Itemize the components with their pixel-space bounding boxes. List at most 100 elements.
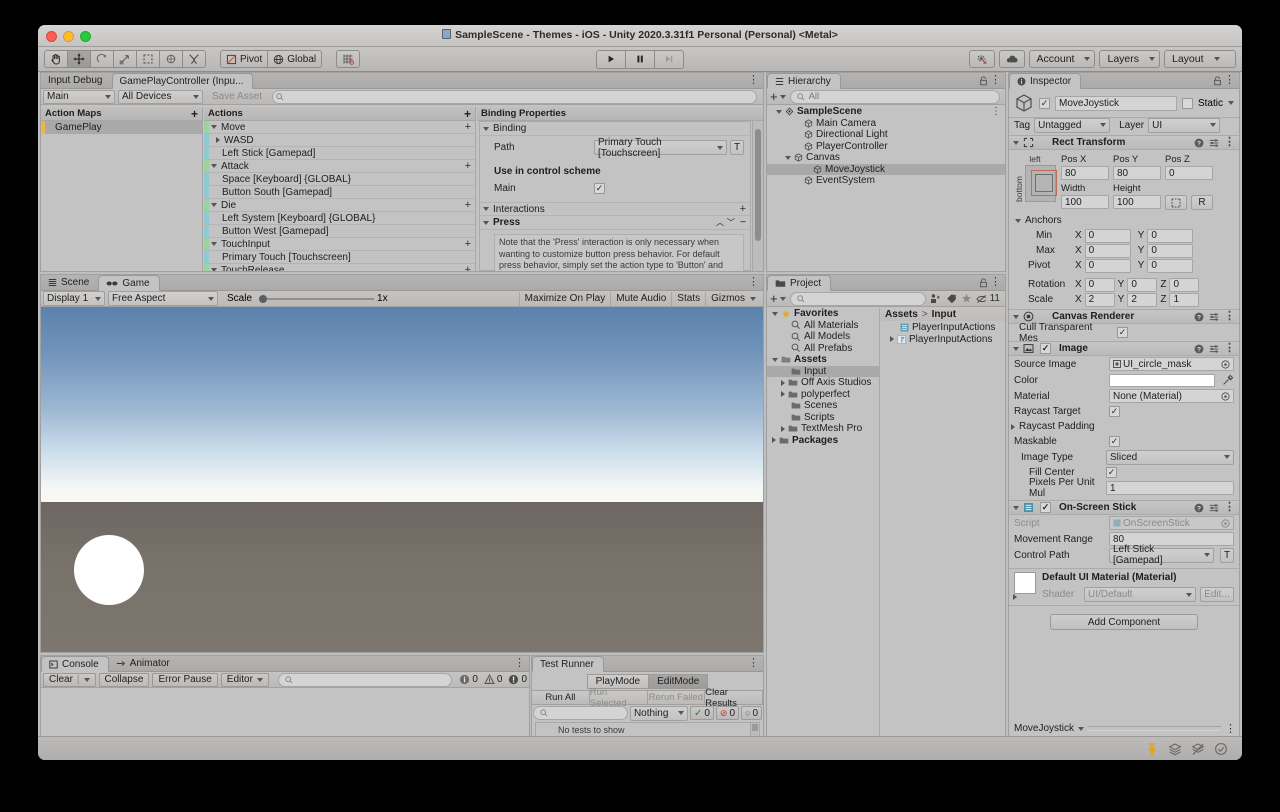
image-component-header[interactable]: ✓ Image ? ⋮ xyxy=(1009,341,1239,356)
max-x-field[interactable]: 0 xyxy=(1084,243,1131,258)
action-map-item[interactable]: GamePlay xyxy=(41,121,202,134)
layer-dropdown[interactable]: UI xyxy=(1148,117,1221,133)
log-counter[interactable]: 0 xyxy=(459,674,478,685)
object-name-field[interactable]: MoveJoystick xyxy=(1055,95,1177,111)
binding-row[interactable]: Primary Touch [Touchscreen] xyxy=(204,251,475,264)
object-picker-icon[interactable] xyxy=(1221,359,1230,369)
help-icon[interactable]: ? xyxy=(1194,344,1204,354)
player-icon[interactable] xyxy=(1145,742,1159,756)
check-circle-icon[interactable] xyxy=(1214,742,1228,756)
aspect-dropdown[interactable]: Free Aspect xyxy=(108,291,218,306)
add-binding-button[interactable]: + xyxy=(465,200,471,211)
scheme-main-checkbox[interactable]: ✓ xyxy=(594,183,605,194)
chevron-right-icon[interactable] xyxy=(1013,594,1017,600)
shader-dropdown[interactable]: UI/Default xyxy=(1084,587,1196,602)
binding-row[interactable]: Button South [Gamepad] xyxy=(204,186,475,199)
hierarchy-item[interactable]: Directional Light xyxy=(767,129,1005,141)
pos-z-field[interactable]: 0 xyxy=(1165,166,1213,180)
control-scheme-dropdown[interactable]: Main xyxy=(43,89,115,104)
panel-menu-icon[interactable]: ⋮ xyxy=(990,75,1001,86)
layers-dropdown[interactable]: Layers xyxy=(1099,50,1160,68)
chevron-right-icon[interactable] xyxy=(781,425,785,432)
project-tree-item[interactable]: TextMesh Pro xyxy=(767,423,879,435)
gizmos-button[interactable]: Gizmos xyxy=(705,291,761,306)
favorite-star-icon[interactable] xyxy=(961,293,972,304)
project-file-item[interactable]: PlayerInputActions xyxy=(881,321,1005,333)
min-y-field[interactable]: 0 xyxy=(1147,228,1194,243)
stats-button[interactable]: Stats xyxy=(671,291,705,306)
max-y-field[interactable]: 0 xyxy=(1147,243,1194,258)
project-tree-item[interactable]: All Models xyxy=(767,331,879,343)
move-up-icon[interactable]: ︿ xyxy=(716,217,724,228)
image-enabled-checkbox[interactable]: ✓ xyxy=(1040,343,1051,354)
tab-console[interactable]: Console xyxy=(41,656,109,672)
fill-center-checkbox[interactable]: ✓ xyxy=(1106,467,1117,478)
binding-section-header[interactable]: Binding xyxy=(480,122,750,136)
component-menu-icon[interactable]: ⋮ xyxy=(1224,311,1235,322)
binding-row[interactable]: Space [Keyboard] {GLOBAL} xyxy=(204,173,475,186)
add-binding-button[interactable]: + xyxy=(465,161,471,172)
add-component-button[interactable]: Add Component xyxy=(1050,614,1198,630)
editor-dropdown[interactable]: Editor xyxy=(220,672,269,687)
layout-dropdown[interactable]: Layout xyxy=(1164,50,1236,68)
step-button[interactable] xyxy=(654,49,684,69)
pause-button[interactable] xyxy=(625,49,655,69)
component-menu-icon[interactable]: ⋮ xyxy=(1224,502,1235,513)
chevron-down-icon[interactable] xyxy=(1228,101,1234,105)
min-x-field[interactable]: 0 xyxy=(1084,228,1131,243)
game-view-render[interactable] xyxy=(41,307,763,652)
warning-counter[interactable]: 0 xyxy=(484,674,502,685)
rerun-failed-button[interactable]: Rerun Failed xyxy=(646,690,706,705)
filter-by-type-icon[interactable] xyxy=(930,293,942,304)
preset-icon[interactable] xyxy=(1209,312,1219,322)
blueprint-mode-button[interactable] xyxy=(1165,195,1187,210)
add-action-button[interactable]: + xyxy=(464,107,471,121)
tab-project[interactable]: Project xyxy=(767,275,832,291)
on-screen-stick-header[interactable]: ✓ On-Screen Stick ? ⋮ xyxy=(1009,500,1239,515)
tab-test-runner[interactable]: Test Runner xyxy=(532,656,604,672)
hand-tool-button[interactable] xyxy=(44,50,68,68)
hierarchy-item[interactable]: MoveJoystick xyxy=(767,163,1005,175)
cloud-button[interactable] xyxy=(998,50,1025,68)
project-tree-item[interactable]: Input xyxy=(767,365,879,377)
pass-counter[interactable]: ✓ 0 xyxy=(689,706,714,720)
tab-gameplay-controller[interactable]: GamePlayController (Inpu... xyxy=(111,73,254,89)
hierarchy-item[interactable]: Canvas xyxy=(767,152,1005,164)
scrollbar-thumb[interactable] xyxy=(755,129,761,241)
help-icon[interactable]: ? xyxy=(1194,138,1204,148)
error-pause-button[interactable]: Error Pause xyxy=(152,672,218,687)
action-row[interactable]: TouchInput + xyxy=(204,238,475,251)
chevron-right-icon[interactable] xyxy=(890,336,894,342)
preset-icon[interactable] xyxy=(1209,138,1219,148)
add-action-map-button[interactable]: + xyxy=(191,107,198,121)
footer-selection-label[interactable]: MoveJoystick xyxy=(1014,723,1074,734)
chevron-down-icon[interactable] xyxy=(785,155,791,160)
breadcrumb-assets[interactable]: Assets xyxy=(885,309,918,320)
source-image-field[interactable]: UI_circle_mask xyxy=(1109,357,1234,371)
transform-tool-button[interactable] xyxy=(159,50,183,68)
fail-counter[interactable]: ⊘ 0 xyxy=(715,706,739,720)
path-t-button[interactable]: T xyxy=(730,140,744,155)
scale-slider[interactable] xyxy=(259,292,375,306)
pivot-button[interactable]: Pivot xyxy=(220,50,269,68)
anchors-foldout[interactable]: Anchors xyxy=(1014,213,1234,228)
footer-menu-icon[interactable]: ⋮ xyxy=(1225,722,1236,735)
run-all-button[interactable]: Run All xyxy=(531,690,590,705)
action-row[interactable]: Move + xyxy=(204,121,475,134)
rot-y-field[interactable]: 0 xyxy=(1127,277,1158,292)
hierarchy-item[interactable]: EventSystem xyxy=(767,175,1005,187)
project-file-item[interactable]: PlayerInputActions xyxy=(881,333,1005,345)
hierarchy-item[interactable]: Main Camera xyxy=(767,118,1005,130)
skip-counter[interactable]: ○ 0 xyxy=(741,706,762,720)
test-search-input[interactable] xyxy=(533,706,628,720)
rot-z-field[interactable]: 0 xyxy=(1169,277,1200,292)
account-dropdown[interactable]: Account xyxy=(1028,50,1096,68)
tab-scene[interactable]: Scene xyxy=(41,274,98,290)
add-binding-button[interactable]: + xyxy=(465,265,471,272)
play-button[interactable] xyxy=(596,49,626,69)
anchor-preset-box[interactable] xyxy=(1025,165,1057,202)
chevron-down-icon[interactable] xyxy=(776,109,782,114)
binding-props-scrollbar[interactable] xyxy=(752,121,763,271)
layers-stack-icon[interactable] xyxy=(1168,742,1182,756)
scale-tool-button[interactable] xyxy=(113,50,137,68)
